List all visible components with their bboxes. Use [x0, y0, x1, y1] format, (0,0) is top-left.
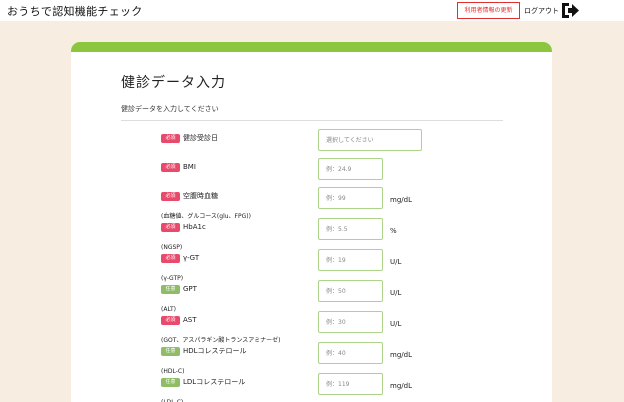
field-label-text: GPT [183, 285, 197, 293]
hba1c-input[interactable] [318, 218, 383, 240]
field-label: 必須 γ-GT (γ-GTP) [161, 254, 199, 283]
required-badge: 必須 [161, 134, 180, 143]
ast-input[interactable] [318, 311, 383, 333]
form-row-hdl: 任意HDLコレステロール(HDL-C) mg/dL [71, 342, 552, 375]
field-label: 必須 HbA1c (NGSP) [161, 223, 206, 252]
optional-badge: 任意 [161, 285, 180, 294]
hdl-input[interactable] [318, 342, 383, 364]
field-label-text: 空腹時血糖 [183, 192, 218, 200]
unit-label: mg/dL [390, 351, 412, 359]
required-badge: 必須 [161, 254, 180, 263]
field-label-text: HDLコレステロール [183, 347, 247, 355]
card-top-bar [71, 42, 552, 52]
required-badge: 必須 [161, 163, 180, 172]
field-label-text: HbA1c [183, 223, 206, 231]
form-row-gpt: 任意GPT(ALT) U/L [71, 280, 552, 313]
field-label-text: 健診受診日 [183, 134, 218, 142]
field-label-text: γ-GT [183, 254, 200, 262]
logout-arrow-icon [562, 3, 579, 18]
optional-badge: 任意 [161, 347, 180, 356]
logout-label: ログアウト [524, 6, 559, 15]
field-label-text: BMI [183, 163, 196, 171]
logout-button[interactable]: ログアウト [524, 1, 580, 20]
form-row-hba1c: 必須HbA1c(NGSP)% [71, 218, 552, 251]
form-row-exam-date: 必須 健診受診日 [71, 129, 552, 153]
app-header: おうちで認知機能チェック 利用者情報の更新 ログアウト [0, 0, 624, 21]
optional-badge: 任意 [161, 378, 180, 387]
field-label: 必須 健診受診日 [161, 134, 218, 153]
bmi-input[interactable] [318, 158, 383, 180]
required-badge: 必須 [161, 223, 180, 232]
ldl-input[interactable] [318, 373, 383, 395]
divider [121, 120, 503, 121]
page-title: 健診データ入力 [121, 75, 226, 91]
field-label: 必須 空腹時血糖 (血糖値、グルコース(glu、FPG)) [161, 192, 251, 221]
gamma-gt-input[interactable] [318, 249, 383, 271]
fasting-glucose-input[interactable] [318, 187, 383, 209]
unit-label: % [390, 227, 397, 235]
unit-label: U/L [390, 258, 402, 266]
form-row-ldl: 任意LDLコレステロール(LDL-C) mg/dL [71, 373, 552, 402]
app-title: おうちで認知機能チェック [7, 5, 143, 18]
required-badge: 必須 [161, 192, 180, 201]
unit-label: mg/dL [390, 196, 412, 204]
form-row-gamma-gt: 必須γ-GT(γ-GTP) U/L [71, 249, 552, 282]
field-label: 必須 AST (GOT、アスパラギン酸トランスアミナーゼ) [161, 316, 280, 345]
unit-label: U/L [390, 320, 402, 328]
unit-label: mg/dL [390, 382, 412, 390]
form-row-bmi: 必須 BMI [71, 158, 552, 182]
gpt-input[interactable] [318, 280, 383, 302]
exam-date-input[interactable] [318, 129, 422, 151]
update-user-info-button[interactable]: 利用者情報の更新 [457, 2, 520, 19]
field-label: 任意 GPT (ALT) [161, 285, 197, 314]
field-label: 任意 HDLコレステロール (HDL-C) [161, 347, 247, 376]
unit-label: U/L [390, 289, 402, 297]
required-badge: 必須 [161, 316, 180, 325]
field-label-text: AST [183, 316, 197, 324]
field-label: 任意LDLコレステロール(LDL-C) [161, 378, 245, 402]
field-label: 必須 BMI [161, 163, 196, 182]
form-row-fasting-glucose: 必須空腹時血糖(血糖値、グルコース(glu、FPG)) mg/dL [71, 187, 552, 220]
page-subtitle: 健診データを入力してください [121, 105, 219, 113]
form-row-ast: 必須AST(GOT、アスパラギン酸トランスアミナーゼ) U/L [71, 311, 552, 344]
form-card: 健診データ入力 健診データを入力してください 必須健診受診日必須BMI必須空腹時… [71, 42, 552, 402]
field-label-text: LDLコレステロール [183, 378, 246, 386]
